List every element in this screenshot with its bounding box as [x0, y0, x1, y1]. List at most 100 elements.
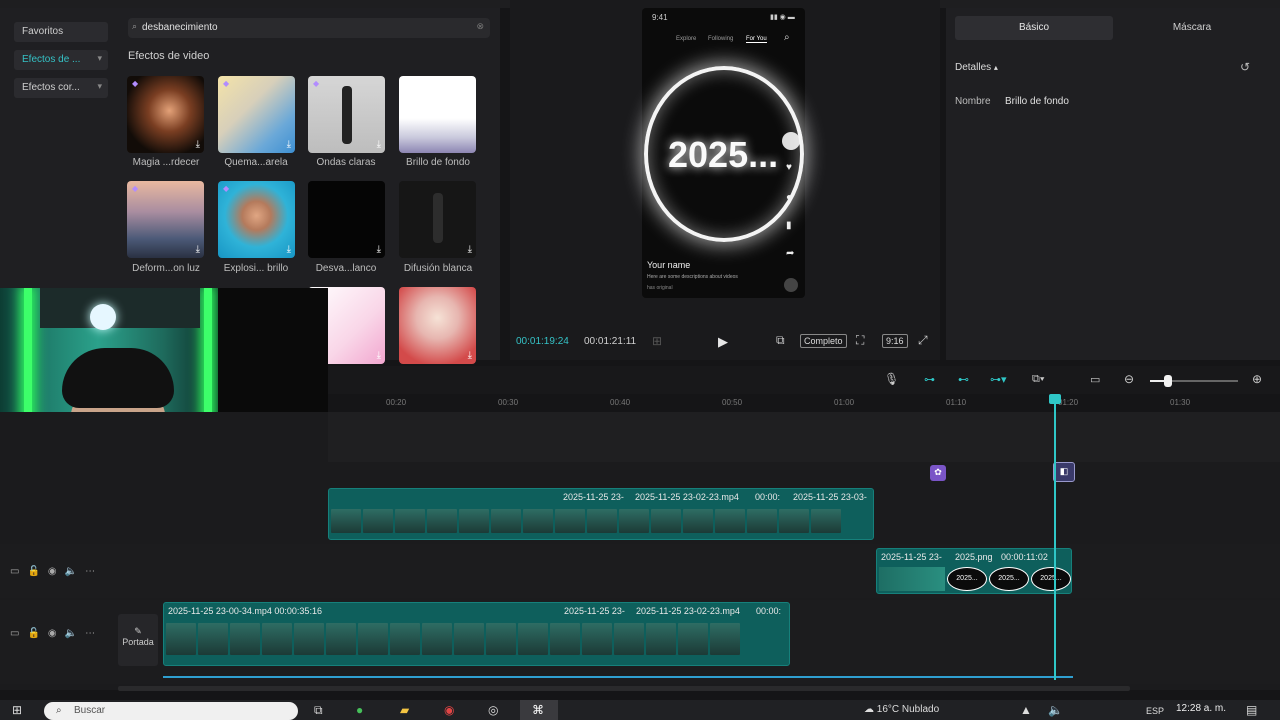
download-icon[interactable]: ⤓ [287, 244, 291, 255]
aspect-ratio-button[interactable]: 9:16 [882, 334, 908, 348]
effect-thumb-deform[interactable]: ◆ ⤓ [127, 181, 204, 258]
tab-mascara[interactable]: Máscara [1113, 16, 1271, 40]
download-icon[interactable]: ⤓ [196, 244, 200, 255]
effect-marker-icon[interactable]: ✿ [930, 465, 946, 481]
zoom-out-icon[interactable]: ⊖ [1124, 372, 1134, 386]
clip-label: 2025-11-25 23-02-23.mp4 [636, 606, 740, 616]
lock-icon[interactable]: 🔓 [27, 566, 39, 577]
clear-search-icon[interactable]: ⊗ [476, 21, 484, 32]
effects-search-input[interactable]: ⌕ desbanecimiento ⊗ [128, 18, 490, 38]
chevron-down-icon: ▾ [97, 81, 102, 91]
timeline-ruler[interactable]: 00:20 00:30 00:40 00:50 01:00 01:10 01:2… [328, 394, 1280, 412]
microphone-icon[interactable]: 🎙 [884, 372, 899, 386]
effect-thumb-ondas[interactable]: ◆ ⤓ [308, 76, 385, 153]
premium-gem-icon: ◆ [313, 79, 320, 88]
download-icon[interactable]: ⤓ [377, 139, 381, 150]
clock[interactable]: 12:28 a. m. [1176, 703, 1226, 714]
network-icon[interactable]: ▲ [1020, 703, 1032, 717]
clip-label: 00:00:11:02 [1001, 552, 1048, 562]
playhead-line[interactable] [1054, 396, 1056, 680]
download-icon[interactable]: ⤓ [468, 350, 472, 361]
cover-button[interactable]: ✎ Portada [118, 614, 158, 666]
snapshot-icon[interactable]: ⧉ [776, 333, 785, 348]
windows-start-icon[interactable]: ⊞ [12, 703, 22, 717]
clip-frames [329, 509, 873, 535]
overlay-video-track[interactable]: 2025-11-25 23- 2025-11-25 23-02-23.mp4 0… [328, 488, 874, 540]
details-toggle[interactable]: Detalles ▴ [955, 62, 998, 73]
effect-thumb-quema[interactable]: ◆ ⤓ [218, 76, 295, 153]
premium-gem-icon: ◆ [132, 184, 139, 193]
split-icon[interactable]: ⧉▾ [1032, 373, 1044, 386]
preview-axis-icon[interactable]: ⊶▾ [990, 373, 1007, 386]
category-efectos-video[interactable]: Efectos de ... ▾ [14, 50, 108, 70]
phone-tab-following: Following [708, 36, 734, 42]
clip-label: 2025-11-25 23- [881, 552, 942, 562]
app-icon-steam[interactable]: ◎ [488, 703, 498, 717]
download-icon[interactable]: ⤓ [468, 244, 472, 255]
zoom-slider-thumb[interactable] [1164, 375, 1172, 387]
task-view-icon[interactable]: ⧉ [314, 703, 323, 718]
audio-icon[interactable]: 🔈 [65, 566, 77, 577]
audio-icon[interactable]: 🔈 [65, 628, 77, 639]
weather-widget[interactable]: ☁ 16°C Nublado [864, 704, 939, 715]
effect-thumb-brillo-fondo[interactable] [399, 76, 476, 153]
zoom-in-icon[interactable]: ⊕ [1252, 372, 1262, 386]
main-video-track[interactable]: 2025-11-25 23-00-34.mp4 00:00:35:16 2025… [163, 602, 790, 666]
download-icon[interactable]: ⤓ [377, 244, 381, 255]
effect-label: Explosi... brillo [223, 263, 289, 274]
play-button[interactable]: ▶ [718, 334, 728, 350]
reset-icon[interactable]: ↺ [1240, 60, 1250, 74]
frame [811, 509, 841, 533]
tab-basico[interactable]: Básico [955, 16, 1113, 40]
properties-panel [946, 8, 1280, 360]
eye-icon[interactable]: ◉ [48, 628, 57, 639]
lock-icon[interactable]: 🔓 [27, 628, 39, 639]
frame [459, 509, 489, 533]
effect-thumb-row3-b[interactable]: ⤓ [399, 287, 476, 364]
effect-label: Magia ...rdecer [132, 157, 200, 168]
effect-thumb-desvanecimiento[interactable]: ⤓ [308, 181, 385, 258]
magnet-icon[interactable]: ⊶ [924, 373, 935, 386]
fullscreen-icon[interactable]: ⤢ [918, 333, 928, 348]
eye-icon[interactable]: ◉ [48, 566, 57, 577]
link-icon[interactable]: ⊷ [958, 373, 969, 386]
frame [651, 509, 681, 533]
track-visibility-icon[interactable]: ▭ [10, 628, 19, 639]
horizontal-scrollbar[interactable] [118, 686, 1130, 691]
more-icon[interactable]: ⋯ [85, 628, 95, 639]
image-clip-track[interactable]: 2025-11-25 23- 2025.png 00:00:11:02 2025… [876, 548, 1072, 594]
category-efectos-cuerpo[interactable]: Efectos cor... ▾ [14, 78, 108, 98]
effect-thumb-difusion[interactable]: ⤓ [399, 181, 476, 258]
complete-button[interactable]: Completo [800, 334, 847, 348]
download-icon[interactable]: ⤓ [196, 139, 200, 150]
effect-thumb-explosion[interactable]: ◆ ⤓ [218, 181, 295, 258]
premium-gem-icon: ◆ [132, 79, 139, 88]
search-icon: ⌕ [784, 32, 790, 43]
volume-icon[interactable]: 🔈 [1048, 703, 1063, 717]
language-indicator[interactable]: ESP [1146, 706, 1164, 716]
name-label: Nombre [955, 96, 991, 107]
focus-icon[interactable]: ⛶ [856, 333, 864, 348]
effect-thumb-magia[interactable]: ◆ ⤓ [127, 76, 204, 153]
active-app-capcut[interactable]: ⌘ [520, 700, 558, 720]
track-visibility-icon[interactable]: ▭ [10, 566, 19, 577]
playhead-handle[interactable] [1049, 394, 1061, 404]
app-icon-red[interactable]: ◉ [444, 703, 454, 717]
notifications-icon[interactable]: ▤ [1246, 703, 1257, 717]
screen-icon[interactable]: ▭ [1090, 373, 1100, 386]
image-frame: 2025... [1031, 567, 1071, 591]
download-icon[interactable]: ⤓ [287, 139, 291, 150]
clip-label: 00:00: [755, 492, 781, 502]
effect-marker-icon[interactable]: ◧ [1053, 462, 1075, 482]
clip-label: 2025.png [955, 552, 993, 562]
grid-icon[interactable]: ⊞ [652, 334, 662, 348]
frame [747, 509, 777, 533]
frame [331, 509, 361, 533]
download-icon[interactable]: ⤓ [377, 350, 381, 361]
frame [587, 509, 617, 533]
taskbar-search-input[interactable]: ⌕ Buscar [44, 702, 298, 720]
category-favoritos[interactable]: Favoritos [14, 22, 108, 42]
more-icon[interactable]: ⋯ [85, 566, 95, 577]
app-icon-xbox[interactable]: ● [356, 703, 363, 717]
folder-icon[interactable]: ▰ [400, 703, 409, 717]
